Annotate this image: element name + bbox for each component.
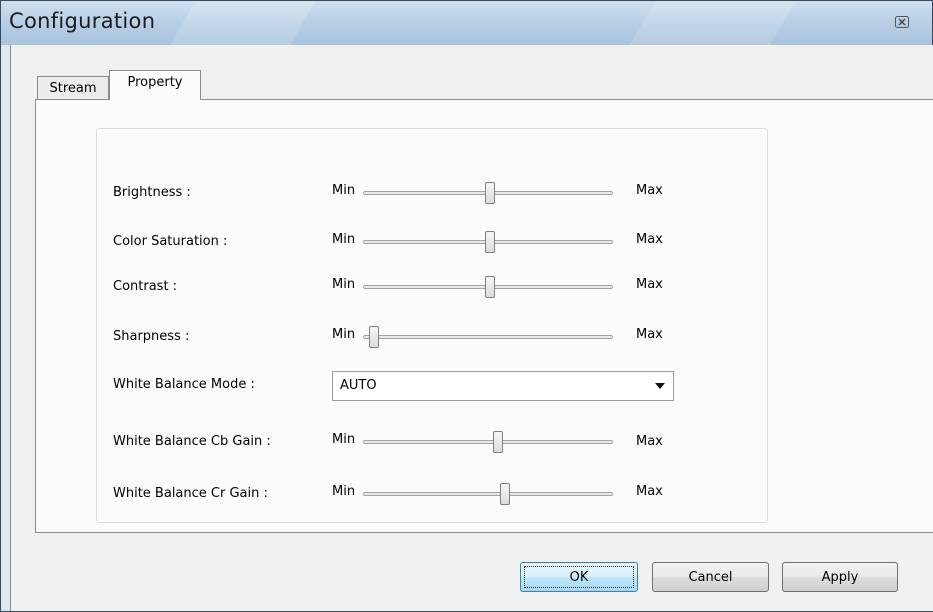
saturation-row: Color Saturation : Min Max <box>97 230 767 254</box>
wb-cb-gain-row: White Balance Cb Gain : Min Max <box>97 430 767 454</box>
wb-mode-value: AUTO <box>340 378 377 393</box>
contrast-slider[interactable] <box>363 276 613 298</box>
wb-cb-gain-slider[interactable] <box>363 431 613 453</box>
contrast-slider-thumb[interactable] <box>485 276 496 298</box>
brightness-min-label: Min <box>332 183 356 198</box>
saturation-slider-thumb[interactable] <box>485 231 496 253</box>
dropdown-arrow-icon[interactable] <box>655 383 665 389</box>
tab-property-label: Property <box>127 75 183 90</box>
property-group: Brightness : Min Max Color Saturation : … <box>96 128 768 523</box>
tab-stream-label: Stream <box>49 81 97 96</box>
wb-cr-gain-row: White Balance Cr Gain : Min Max <box>97 482 767 506</box>
wb-cb-gain-max-label: Max <box>636 434 663 449</box>
wb-cb-gain-slider-thumb[interactable] <box>492 431 503 453</box>
wb-mode-label: White Balance Mode : <box>113 377 255 392</box>
sharpness-row: Sharpness : Min Max <box>97 325 767 349</box>
cancel-button-label: Cancel <box>688 569 733 585</box>
saturation-min-label: Min <box>332 232 356 247</box>
close-button[interactable] <box>891 13 913 31</box>
apply-button[interactable]: Apply <box>782 562 898 592</box>
tab-stream[interactable]: Stream <box>37 76 109 100</box>
saturation-max-label: Max <box>636 232 663 247</box>
tab-property[interactable]: Property <box>109 70 201 100</box>
brightness-row: Brightness : Min Max <box>97 181 767 205</box>
contrast-label: Contrast : <box>113 279 178 294</box>
contrast-min-label: Min <box>332 277 356 292</box>
wb-cr-gain-slider[interactable] <box>363 483 613 505</box>
ok-button[interactable]: OK <box>520 562 638 592</box>
sharpness-min-label: Min <box>332 327 356 342</box>
sharpness-slider-thumb[interactable] <box>368 326 379 348</box>
saturation-label: Color Saturation : <box>113 234 228 249</box>
brightness-label: Brightness : <box>113 185 191 200</box>
brightness-max-label: Max <box>636 183 663 198</box>
brightness-slider-thumb[interactable] <box>485 182 496 204</box>
dialog-client-area: Stream Property Brightness : Min Max Col… <box>10 45 933 611</box>
brightness-slider[interactable] <box>363 182 613 204</box>
contrast-row: Contrast : Min Max <box>97 275 767 299</box>
wb-cr-gain-slider-thumb[interactable] <box>499 483 510 505</box>
sharpness-label: Sharpness : <box>113 329 190 344</box>
title-bar[interactable]: Configuration <box>1 1 932 45</box>
contrast-max-label: Max <box>636 277 663 292</box>
wb-cb-gain-min-label: Min <box>332 432 356 447</box>
cancel-button[interactable]: Cancel <box>652 562 769 592</box>
sharpness-slider[interactable] <box>363 326 613 348</box>
window-title: Configuration <box>9 9 156 33</box>
wb-mode-select[interactable]: AUTO <box>332 371 674 401</box>
sharpness-max-label: Max <box>636 327 663 342</box>
wb-cb-gain-label: White Balance Cb Gain : <box>113 434 271 449</box>
wb-cr-gain-min-label: Min <box>332 484 356 499</box>
close-icon <box>895 16 909 28</box>
property-tab-page: Brightness : Min Max Color Saturation : … <box>35 99 933 533</box>
wb-cr-gain-label: White Balance Cr Gain : <box>113 486 268 501</box>
configuration-dialog: Configuration Stream Property Brightness… <box>0 0 933 612</box>
wb-cr-gain-max-label: Max <box>636 484 663 499</box>
wb-mode-row: White Balance Mode : AUTO <box>97 371 767 401</box>
apply-button-label: Apply <box>821 569 859 585</box>
saturation-slider[interactable] <box>363 231 613 253</box>
